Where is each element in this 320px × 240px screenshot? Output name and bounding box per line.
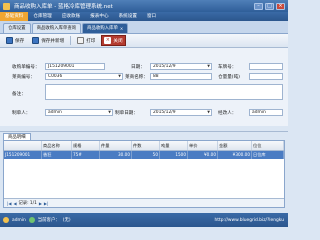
- capacity-label: 仓量量(吨): [218, 75, 240, 80]
- row-name: 香狂: [42, 151, 72, 159]
- current-user: admin: [12, 217, 26, 223]
- next-page-icon[interactable]: ▶: [39, 201, 42, 206]
- last-page-icon[interactable]: ▶|: [44, 201, 48, 206]
- column-header-amount: 金额: [218, 141, 252, 150]
- tab-purchase-receipt[interactable]: 商品收购入库单 ×: [82, 23, 129, 34]
- tab-label: 商品收购入库单: [87, 25, 118, 31]
- row-weight: 1500: [160, 151, 188, 159]
- tab-close-icon[interactable]: ×: [120, 24, 123, 34]
- row-price: ¥0.00: [188, 151, 218, 159]
- save-button[interactable]: 保存: [4, 36, 26, 45]
- minimize-button[interactable]: –: [254, 2, 263, 10]
- title-bar: 商品收购入库单 - 蓝格冷库管理系统.net – □ ×: [0, 0, 288, 12]
- column-header-spec: 规格: [72, 141, 100, 150]
- tab-label: 商品收购入库单查询: [36, 25, 77, 31]
- toolbar: 保存 保存并新增 打印 × 关闭: [0, 34, 288, 48]
- app-logo-icon: [3, 2, 10, 10]
- menu-receivables[interactable]: 应收款账: [57, 12, 85, 21]
- close-button[interactable]: × 关闭: [101, 35, 126, 46]
- receipt-form: 收购单编号： J151209001 日期： 2015/12/9 车牌号： 莱商编…: [0, 48, 288, 126]
- menu-basic-data[interactable]: 基础资料: [0, 12, 29, 21]
- close-icon: ×: [104, 37, 112, 44]
- row-spec: 75#: [72, 151, 100, 159]
- menu-reports[interactable]: 报表中心: [85, 12, 113, 21]
- supplier-no-label: 莱商编号：: [12, 75, 35, 80]
- plate-field[interactable]: [249, 63, 283, 70]
- maker-label: 制单人：: [12, 111, 31, 116]
- note-field[interactable]: [45, 84, 283, 100]
- grid-header: 商品名称 规格 件量 件数 吨量 单价 金额 位位: [4, 141, 284, 151]
- print-button[interactable]: 打印: [75, 36, 97, 45]
- prev-page-icon[interactable]: ◀: [13, 201, 16, 206]
- client-icon: [28, 217, 35, 223]
- column-header-code: [4, 141, 42, 150]
- column-header-qty: 件量: [100, 141, 132, 150]
- date-label: 日期：: [131, 65, 145, 70]
- column-header-pieces: 件数: [132, 141, 160, 150]
- menu-bar: 基础资料 仓库管理 应收款账 报表中心 系统设置 窗口: [0, 12, 288, 21]
- close-window-button[interactable]: ×: [276, 2, 285, 10]
- close-label: 关闭: [113, 38, 123, 44]
- table-row[interactable]: J151209001 香狂 75# 30.00 50 1500 ¥0.00 ¥3…: [4, 151, 284, 159]
- save-icon: [6, 37, 13, 44]
- column-header-weight: 吨量: [160, 141, 188, 150]
- supplier-name-label: 莱商名称：: [125, 75, 148, 80]
- save-new-icon: [32, 37, 40, 44]
- doc-no-label: 收购单编号：: [12, 65, 40, 70]
- first-page-icon[interactable]: |◀: [7, 201, 11, 206]
- make-date-picker[interactable]: 2015/12/9: [150, 109, 212, 116]
- row-amount: ¥300.00: [218, 151, 252, 159]
- detail-tab-strip: 商品明细: [0, 131, 288, 141]
- save-new-button[interactable]: 保存并新增: [30, 36, 66, 45]
- printer-icon: [77, 37, 85, 44]
- toolbar-divider: [70, 36, 72, 45]
- client-value: (无): [62, 218, 71, 223]
- detail-grid: 商品名称 规格 件量 件数 吨量 单价 金额 位位 J151209001 香狂 …: [3, 140, 285, 208]
- tab-purchase-query[interactable]: 商品收购入库单查询: [31, 23, 82, 33]
- client-label: 当前客户：: [37, 218, 60, 223]
- user-icon: [3, 217, 9, 223]
- column-header-name: 商品名称: [42, 141, 72, 150]
- modifier-field[interactable]: admin: [249, 109, 283, 116]
- window-controls: – □ ×: [254, 2, 285, 10]
- row-location: 日位库: [252, 151, 284, 159]
- date-picker[interactable]: 2015/12/9: [150, 63, 212, 70]
- supplier-no-select[interactable]: C0036: [45, 73, 123, 80]
- note-label: 备注：: [12, 92, 26, 97]
- save-new-label: 保存并新增: [41, 38, 65, 44]
- capacity-field[interactable]: [249, 73, 283, 80]
- column-header-price: 单价: [188, 141, 218, 150]
- supplier-name-field[interactable]: 88: [150, 73, 212, 80]
- menu-warehouse[interactable]: 仓库管理: [28, 12, 56, 21]
- column-header-location: 位位: [252, 141, 284, 150]
- tab-label: 仓库设置: [8, 25, 26, 31]
- website-link[interactable]: http://www.bluegrid.biz/?lengku: [214, 218, 284, 223]
- make-date-label: 制单日期：: [115, 111, 138, 116]
- tab-warehouse-settings[interactable]: 仓库设置: [3, 23, 31, 33]
- modifier-label: 经改人：: [218, 111, 237, 116]
- save-label: 保存: [15, 38, 25, 44]
- maximize-button[interactable]: □: [265, 2, 274, 10]
- row-qty: 30.00: [100, 151, 132, 159]
- menu-window[interactable]: 窗口: [142, 12, 161, 21]
- status-bar: admin 当前客户： (无) http://www.bluegrid.biz/…: [0, 213, 288, 227]
- window-title: 商品收购入库单 - 蓝格冷库管理系统.net: [14, 4, 113, 10]
- grid-pager: |◀ ◀ 记录: 1/1 ▶ ▶|: [4, 198, 284, 207]
- row-code: J151209001: [4, 151, 42, 159]
- menu-settings[interactable]: 系统设置: [114, 12, 142, 21]
- doc-no-field[interactable]: J151209001: [45, 63, 105, 70]
- row-pieces: 50: [132, 151, 160, 159]
- plate-label: 车牌号：: [218, 65, 237, 70]
- module-tab-strip: 仓库设置 商品收购入库单查询 商品收购入库单 ×: [0, 21, 288, 34]
- record-count: 记录: 1/1: [18, 201, 37, 206]
- maker-select[interactable]: admin: [45, 109, 113, 116]
- print-label: 打印: [86, 38, 96, 44]
